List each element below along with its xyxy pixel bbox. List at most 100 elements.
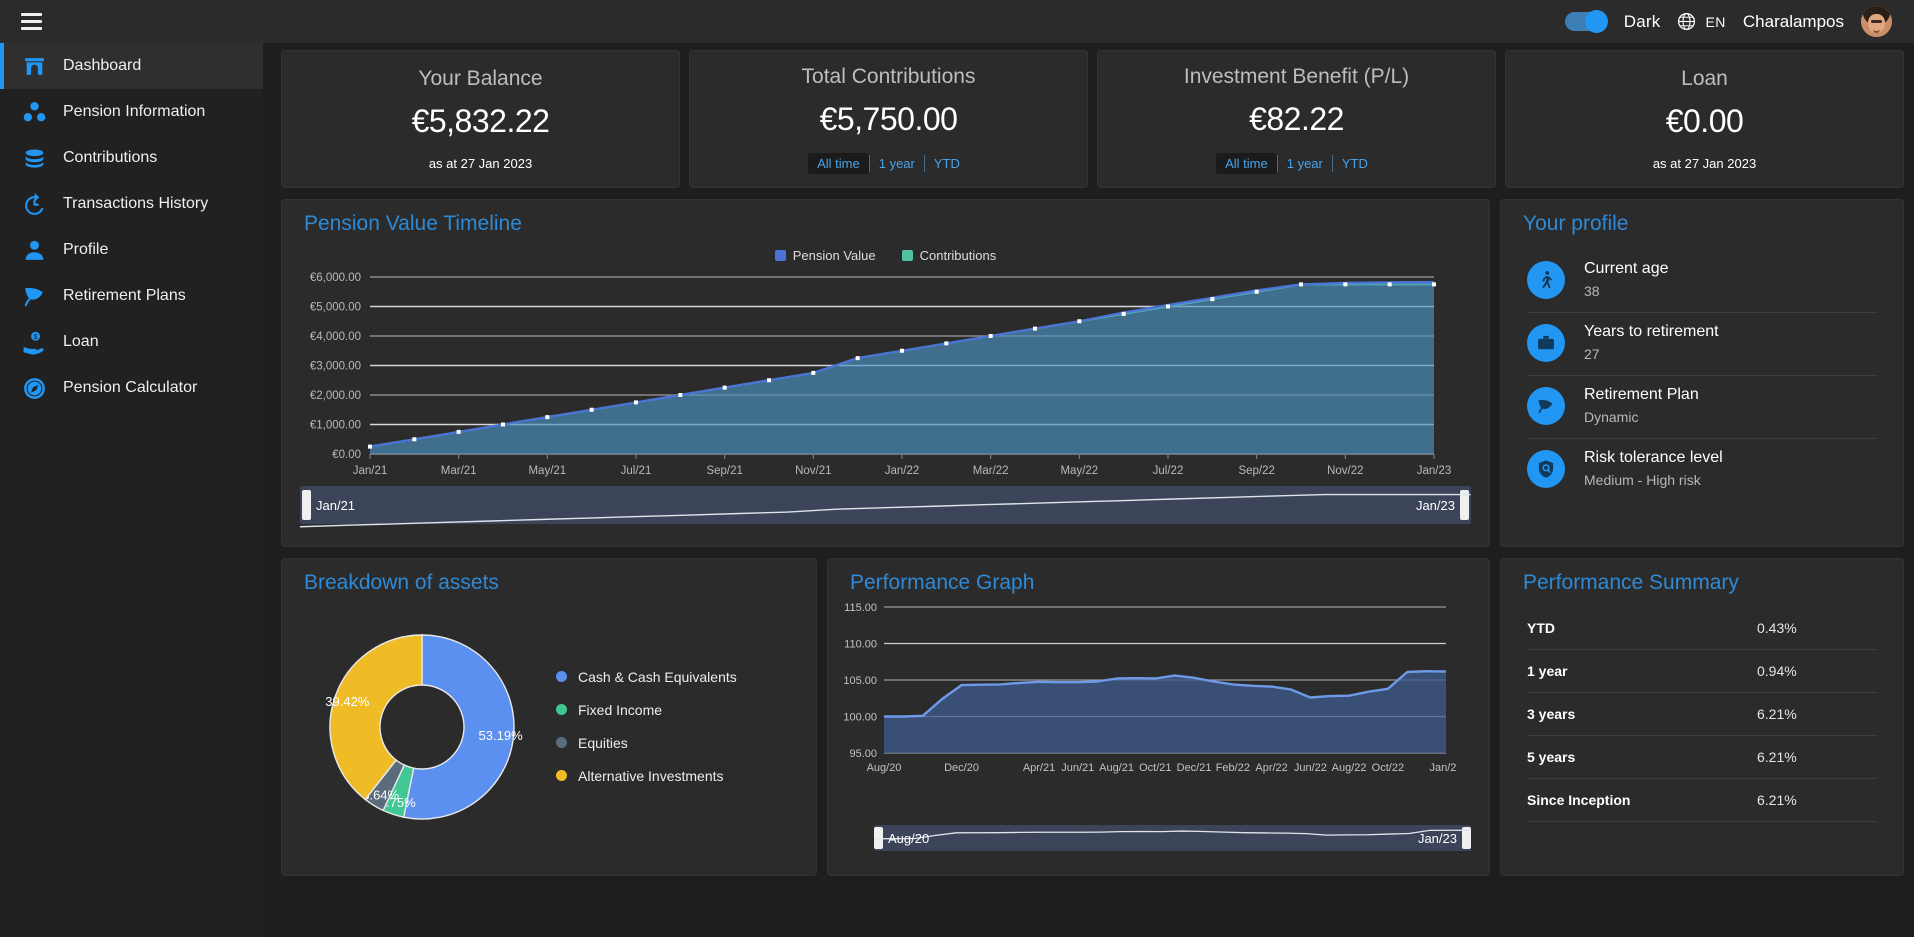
legend-dot — [556, 671, 567, 682]
legend-swatch — [901, 250, 913, 261]
avatar-eyes — [1871, 19, 1882, 23]
profile-row-text: Retirement Plan Dynamic — [1584, 386, 1699, 425]
legend-dot — [556, 770, 567, 781]
timeline-range-slider[interactable]: Jan/21 Jan/23 — [300, 486, 1471, 524]
dark-mode-toggle[interactable] — [1564, 10, 1608, 33]
svg-text:105.00: 105.00 — [843, 675, 877, 687]
profile-list: Current age 38 Years to retirement 27 Re… — [1501, 236, 1903, 501]
sidebar-item-label: Dashboard — [63, 57, 142, 74]
pension-value-timeline-card: Pension Value Timeline Pension Value Con… — [281, 199, 1490, 547]
table-row: Since Inception 6.21% — [1527, 779, 1877, 822]
svg-text:Oct/22: Oct/22 — [1372, 762, 1404, 774]
legend-item-cash[interactable]: Cash & Cash Equivalents — [556, 669, 737, 685]
sidebar-item-label: Loan — [63, 333, 99, 350]
svg-text:May/22: May/22 — [1060, 465, 1098, 477]
assets-donut-chart[interactable]: 53.19%3.75%3.64%39.42% — [290, 601, 550, 851]
legend-item-equities[interactable]: Equities — [556, 735, 737, 751]
leaf-icon — [1527, 386, 1565, 425]
svg-text:Aug/20: Aug/20 — [867, 762, 902, 774]
tab-1-year[interactable]: 1 year — [870, 153, 924, 174]
app-root: Dark EN Charalampos Dashboard Pension In… — [0, 0, 1914, 937]
svg-text:Sep/22: Sep/22 — [1238, 465, 1274, 477]
profile-row-current-age: Current age 38 — [1527, 250, 1877, 313]
svg-text:Jan/22: Jan/22 — [885, 465, 920, 477]
profile-value: 38 — [1584, 283, 1600, 299]
summary-value: 0.43% — [1757, 620, 1797, 636]
svg-text:Oct/21: Oct/21 — [1139, 762, 1171, 774]
walking-person-icon — [1527, 260, 1565, 299]
stat-value: €5,832.22 — [411, 103, 550, 139]
svg-text:Apr/22: Apr/22 — [1255, 762, 1287, 774]
page-title: Pension Value Timeline — [304, 212, 522, 235]
svg-text:€5,000.00: €5,000.00 — [310, 302, 361, 314]
tab-all-time[interactable]: All time — [1216, 152, 1277, 174]
profile-title: Your profile — [1523, 212, 1629, 235]
svg-text:Jul/21: Jul/21 — [621, 465, 652, 477]
svg-text:Mar/22: Mar/22 — [973, 465, 1009, 477]
sidebar-item-loan[interactable]: $ Loan — [0, 319, 263, 365]
tab-1-year[interactable]: 1 year — [1278, 153, 1332, 174]
user-name[interactable]: Charalampos — [1743, 12, 1844, 32]
period-tabs: All time 1 year YTD — [808, 152, 969, 174]
legend-dot — [556, 704, 567, 715]
sidebar-item-transactions-history[interactable]: Transactions History — [0, 181, 263, 227]
avatar-smile — [1872, 25, 1881, 33]
stat-card-row: Your Balance €5,832.22 as at 27 Jan 2023… — [281, 50, 1904, 188]
assets-title: Breakdown of assets — [304, 571, 499, 594]
legend-item-fixed-income[interactable]: Fixed Income — [556, 702, 737, 718]
dark-mode-label: Dark — [1623, 11, 1661, 31]
shield-search-icon — [1527, 449, 1565, 488]
sidebar-item-retirement-plans[interactable]: Retirement Plans — [0, 273, 263, 319]
avatar[interactable] — [1861, 6, 1892, 37]
performance-graph-chart[interactable]: 95.00 100.00 105.00 110.00 115.00 Aug/20 Dec/2… — [828, 595, 1489, 781]
profile-label: Years to retirement — [1584, 323, 1719, 340]
sidebar-item-label: Pension Calculator — [63, 379, 198, 396]
tab-ytd[interactable]: YTD — [925, 153, 969, 174]
sidebar-item-pension-calculator[interactable]: Pension Calculator — [0, 365, 263, 411]
legend-label: Alternative Investments — [578, 767, 724, 784]
svg-text:Aug/22: Aug/22 — [1332, 762, 1367, 774]
hamburger-bar — [20, 20, 42, 23]
summary-value: 6.21% — [1757, 706, 1797, 722]
svg-text:100.00: 100.00 — [843, 712, 877, 724]
table-row: 3 years 6.21% — [1527, 693, 1877, 736]
performance-summary-card: Performance Summary YTD 0.43% 1 year 0.9… — [1500, 558, 1904, 876]
tab-all-time[interactable]: All time — [808, 152, 869, 174]
stat-title: Investment Benefit (P/L) — [1183, 64, 1410, 88]
main-content: Your Balance €5,832.22 as at 27 Jan 2023… — [263, 43, 1914, 937]
sidebar-item-dashboard[interactable]: Dashboard — [0, 43, 263, 89]
svg-text:€3,000.00: €3,000.00 — [310, 361, 361, 373]
tab-ytd[interactable]: YTD — [1333, 153, 1377, 174]
performance-title: Performance Graph — [850, 571, 1035, 594]
summary-title: Performance Summary — [1523, 571, 1739, 594]
sidebar-item-pension-information[interactable]: Pension Information — [0, 89, 263, 135]
stat-subtitle: as at 27 Jan 2023 — [1652, 156, 1757, 171]
user-icon — [22, 238, 47, 263]
svg-text:€4,000.00: €4,000.00 — [310, 331, 361, 343]
svg-text:Jun/22: Jun/22 — [1294, 762, 1327, 774]
hamburger-icon[interactable] — [14, 7, 48, 37]
profile-label: Retirement Plan — [1584, 386, 1699, 403]
profile-row-text: Current age 38 — [1584, 260, 1669, 299]
breakdown-of-assets-card: Breakdown of assets 53.19% 3.75% 3.64% 39.4… — [281, 558, 817, 876]
globe-icon[interactable] — [1677, 12, 1696, 31]
stat-title: Total Contributions — [801, 64, 976, 88]
svg-text:Sep/21: Sep/21 — [706, 465, 742, 477]
language-selector[interactable]: EN — [1705, 14, 1725, 30]
sidebar-item-contributions[interactable]: Contributions — [0, 135, 263, 181]
your-profile-card: Your profile Current age 38 Years to ret… — [1500, 199, 1904, 547]
legend-item-alternative[interactable]: Alternative Investments — [556, 768, 737, 784]
pension-value-timeline-chart[interactable]: €0.00 €1,000.00 €2,000.00 €3,000.00 €4,000.0… — [282, 263, 1489, 484]
summary-label: 1 year — [1527, 663, 1568, 679]
stat-card-total-contributions: Total Contributions €5,750.00 All time 1… — [689, 50, 1088, 188]
performance-range-slider[interactable]: Aug/20 Jan/23 — [874, 825, 1471, 851]
summary-label: 5 years — [1527, 749, 1576, 765]
stat-title: Your Balance — [418, 67, 543, 90]
svg-text:€2,000.00: €2,000.00 — [310, 390, 361, 402]
header-right-group: Dark EN Charalampos — [1564, 6, 1892, 37]
profile-value: Dynamic — [1584, 409, 1639, 425]
coins-icon — [22, 146, 47, 171]
bottom-row: Breakdown of assets 53.19% 3.75% 3.64% 39.4… — [281, 558, 1904, 876]
svg-text:Jan/23: Jan/23 — [1429, 762, 1456, 774]
sidebar-item-profile[interactable]: Profile — [0, 227, 263, 273]
